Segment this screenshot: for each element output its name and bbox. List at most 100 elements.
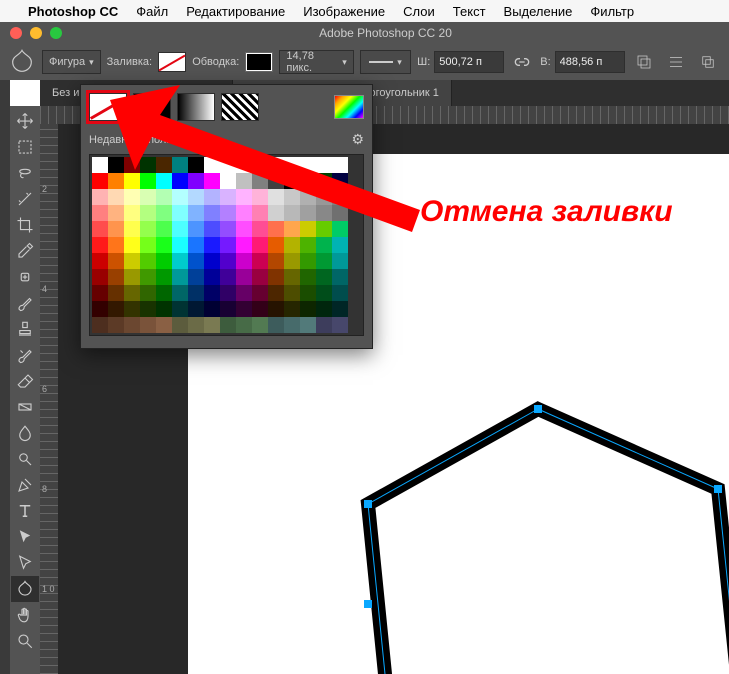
- color-swatch[interactable]: [252, 285, 268, 301]
- color-swatch[interactable]: [124, 317, 140, 333]
- color-swatch[interactable]: [236, 173, 252, 189]
- color-swatch[interactable]: [92, 269, 108, 285]
- color-swatch[interactable]: [92, 301, 108, 317]
- fill-solid-button[interactable]: [133, 93, 171, 121]
- transform-handle[interactable]: [364, 500, 372, 508]
- color-swatch[interactable]: [268, 221, 284, 237]
- blur-tool[interactable]: [11, 420, 39, 446]
- zoom-tool[interactable]: [11, 628, 39, 654]
- color-picker-button[interactable]: [334, 95, 364, 119]
- color-swatch[interactable]: [188, 173, 204, 189]
- color-swatch[interactable]: [284, 269, 300, 285]
- color-swatch[interactable]: [204, 317, 220, 333]
- color-swatch[interactable]: [188, 301, 204, 317]
- color-swatch[interactable]: [316, 317, 332, 333]
- stamp-tool[interactable]: [11, 316, 39, 342]
- color-swatch[interactable]: [108, 205, 124, 221]
- color-swatch[interactable]: [172, 285, 188, 301]
- pen-tool[interactable]: [11, 472, 39, 498]
- color-swatch[interactable]: [108, 189, 124, 205]
- color-swatch[interactable]: [316, 189, 332, 205]
- color-swatch[interactable]: [332, 269, 348, 285]
- color-swatch[interactable]: [140, 317, 156, 333]
- color-swatch[interactable]: [156, 205, 172, 221]
- color-swatch[interactable]: [316, 157, 332, 173]
- color-swatch[interactable]: [140, 157, 156, 173]
- lasso-tool[interactable]: [11, 160, 39, 186]
- color-swatch[interactable]: [92, 317, 108, 333]
- color-swatch[interactable]: [188, 269, 204, 285]
- color-swatch[interactable]: [316, 221, 332, 237]
- color-swatch[interactable]: [172, 301, 188, 317]
- zoom-window-button[interactable]: [50, 27, 62, 39]
- stroke-swatch[interactable]: [245, 52, 273, 72]
- color-swatch[interactable]: [316, 237, 332, 253]
- color-swatch[interactable]: [124, 253, 140, 269]
- color-swatch[interactable]: [204, 173, 220, 189]
- color-swatch[interactable]: [268, 301, 284, 317]
- menu-text[interactable]: Текст: [453, 4, 486, 19]
- color-swatch[interactable]: [268, 157, 284, 173]
- color-swatch[interactable]: [156, 189, 172, 205]
- color-swatch[interactable]: [332, 317, 348, 333]
- color-swatch[interactable]: [284, 285, 300, 301]
- fill-gradient-button[interactable]: [177, 93, 215, 121]
- color-swatch[interactable]: [140, 301, 156, 317]
- color-swatch[interactable]: [108, 237, 124, 253]
- move-tool[interactable]: [11, 108, 39, 134]
- healing-tool[interactable]: [11, 264, 39, 290]
- color-swatch[interactable]: [284, 189, 300, 205]
- color-swatch[interactable]: [124, 157, 140, 173]
- color-swatch[interactable]: [92, 253, 108, 269]
- color-swatch[interactable]: [236, 237, 252, 253]
- color-swatch[interactable]: [204, 253, 220, 269]
- color-swatch[interactable]: [300, 173, 316, 189]
- color-swatch[interactable]: [220, 157, 236, 173]
- color-swatch[interactable]: [108, 269, 124, 285]
- color-swatch[interactable]: [140, 221, 156, 237]
- color-swatch[interactable]: [252, 301, 268, 317]
- color-swatch[interactable]: [300, 301, 316, 317]
- menu-edit[interactable]: Редактирование: [186, 4, 285, 19]
- color-swatch[interactable]: [140, 189, 156, 205]
- color-swatch[interactable]: [156, 221, 172, 237]
- color-swatch[interactable]: [268, 237, 284, 253]
- color-swatch[interactable]: [252, 205, 268, 221]
- color-swatch[interactable]: [108, 221, 124, 237]
- path-arrange-button[interactable]: [695, 49, 721, 75]
- close-window-button[interactable]: [10, 27, 22, 39]
- color-swatch[interactable]: [188, 189, 204, 205]
- color-swatch[interactable]: [332, 285, 348, 301]
- color-swatch[interactable]: [172, 253, 188, 269]
- color-swatch[interactable]: [300, 189, 316, 205]
- fill-none-button[interactable]: [89, 93, 127, 121]
- color-swatch[interactable]: [124, 173, 140, 189]
- color-swatch[interactable]: [220, 285, 236, 301]
- eyedropper-tool[interactable]: [11, 238, 39, 264]
- color-swatch[interactable]: [92, 285, 108, 301]
- color-swatch[interactable]: [220, 237, 236, 253]
- eraser-tool[interactable]: [11, 368, 39, 394]
- width-input[interactable]: [434, 51, 504, 73]
- color-swatch[interactable]: [124, 285, 140, 301]
- color-swatch[interactable]: [92, 173, 108, 189]
- color-swatch[interactable]: [204, 157, 220, 173]
- color-swatch[interactable]: [156, 301, 172, 317]
- color-swatch[interactable]: [332, 221, 348, 237]
- stroke-style-dropdown[interactable]: ▾: [360, 50, 411, 74]
- color-swatch[interactable]: [332, 205, 348, 221]
- path-operations-button[interactable]: [631, 49, 657, 75]
- shape-mode-dropdown[interactable]: Фигура ▾: [42, 50, 101, 74]
- color-swatch[interactable]: [268, 317, 284, 333]
- direct-select-tool[interactable]: [11, 550, 39, 576]
- color-swatch[interactable]: [172, 317, 188, 333]
- color-swatch[interactable]: [252, 237, 268, 253]
- color-swatch[interactable]: [140, 253, 156, 269]
- brush-tool[interactable]: [11, 290, 39, 316]
- color-swatch[interactable]: [252, 269, 268, 285]
- color-swatch[interactable]: [236, 317, 252, 333]
- color-swatch[interactable]: [124, 189, 140, 205]
- color-swatch[interactable]: [268, 253, 284, 269]
- hand-tool[interactable]: [11, 602, 39, 628]
- menubar-app-name[interactable]: Photoshop CC: [28, 4, 118, 19]
